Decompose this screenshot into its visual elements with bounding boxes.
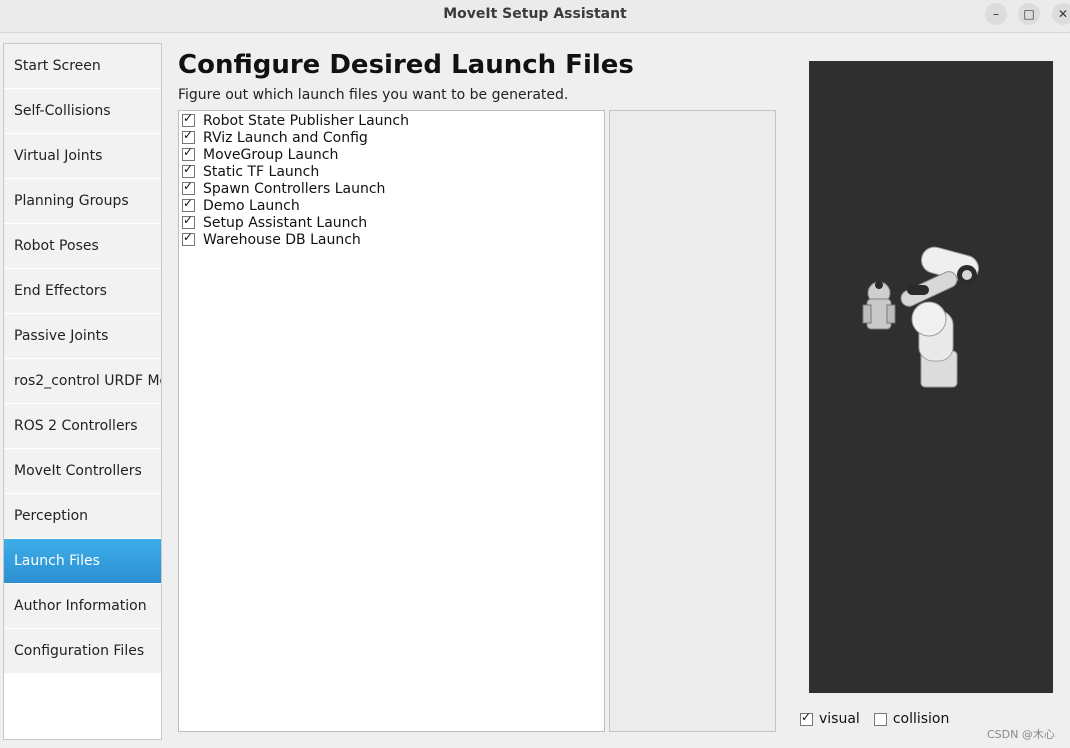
sidebar-item-perception[interactable]: Perception — [4, 494, 161, 539]
launch-file-label: Setup Assistant Launch — [203, 214, 368, 231]
minimize-button[interactable]: – — [985, 3, 1007, 25]
checkbox[interactable] — [182, 162, 195, 178]
launch-file-label: Demo Launch — [203, 197, 300, 214]
launch-file-label: Static TF Launch — [203, 163, 320, 180]
launch-file-item[interactable]: Spawn Controllers Launch — [179, 179, 604, 197]
sidebar-item-virtual-joints[interactable]: Virtual Joints — [4, 134, 161, 179]
checkbox[interactable] — [182, 145, 195, 161]
sidebar-item-ros2-controllers[interactable]: ROS 2 Controllers — [4, 404, 161, 449]
visual-label: visual — [819, 711, 860, 727]
page-subtitle: Figure out which launch files you want t… — [178, 87, 569, 103]
checkbox[interactable] — [182, 128, 195, 144]
launch-file-item[interactable]: Static TF Launch — [179, 162, 604, 180]
launch-file-label: Robot State Publisher Launch — [203, 112, 409, 129]
checkbox[interactable] — [182, 196, 195, 212]
launch-file-label: MoveGroup Launch — [203, 146, 339, 163]
collision-option[interactable]: collision — [873, 711, 950, 727]
sidebar-item-start-screen[interactable]: Start Screen — [4, 44, 161, 89]
launch-file-label: RViz Launch and Config — [203, 129, 368, 146]
collision-checkbox[interactable] — [873, 712, 887, 726]
sidebar-item-self-collisions[interactable]: Self-Collisions — [4, 89, 161, 134]
visual-option[interactable]: visual — [800, 710, 860, 727]
sidebar-item-moveit-controllers[interactable]: MoveIt Controllers — [4, 449, 161, 494]
page-title: Configure Desired Launch Files — [178, 50, 634, 80]
launch-file-item[interactable]: Robot State Publisher Launch — [179, 111, 604, 129]
close-button[interactable]: ✕ — [1052, 3, 1070, 25]
sidebar-item-configuration-files[interactable]: Configuration Files — [4, 629, 161, 674]
collision-label: collision — [892, 711, 950, 727]
sidebar-item-ros2-control-urdf[interactable]: ros2_control URDF Moc — [4, 359, 161, 404]
launch-file-item[interactable]: Setup Assistant Launch — [179, 213, 604, 231]
watermark: CSDN @木心 — [987, 728, 1055, 741]
sidebar-item-launch-files[interactable]: Launch Files — [4, 539, 161, 584]
sidebar-item-passive-joints[interactable]: Passive Joints — [4, 314, 161, 359]
maximize-button[interactable]: □ — [1018, 3, 1040, 25]
launch-file-label: Warehouse DB Launch — [203, 231, 361, 248]
viewer-options: visual collision — [800, 710, 963, 727]
launch-files-list: Robot State Publisher Launch RViz Launch… — [178, 110, 605, 732]
launch-file-item[interactable]: RViz Launch and Config — [179, 128, 604, 146]
description-panel — [609, 110, 776, 732]
launch-file-item[interactable]: Demo Launch — [179, 196, 604, 214]
robot-arm-model — [862, 246, 979, 388]
launch-file-label: Spawn Controllers Launch — [203, 180, 386, 197]
title-bar: MoveIt Setup Assistant – □ ✕ — [0, 0, 1070, 33]
sidebar-item-robot-poses[interactable]: Robot Poses — [4, 224, 161, 269]
checkbox[interactable] — [182, 111, 195, 127]
checkbox[interactable] — [182, 213, 195, 229]
checkbox[interactable] — [182, 179, 195, 195]
launch-file-item[interactable]: Warehouse DB Launch — [179, 230, 604, 248]
sidebar-item-author-information[interactable]: Author Information — [4, 584, 161, 629]
visual-checkbox[interactable] — [800, 710, 813, 726]
sidebar-item-end-effectors[interactable]: End Effectors — [4, 269, 161, 314]
sidebar-nav: Start Screen Self-Collisions Virtual Joi… — [3, 43, 162, 740]
window-title: MoveIt Setup Assistant — [443, 6, 627, 22]
sidebar-item-planning-groups[interactable]: Planning Groups — [4, 179, 161, 224]
robot-viewport[interactable] — [809, 61, 1053, 693]
launch-file-item[interactable]: MoveGroup Launch — [179, 145, 604, 163]
checkbox[interactable] — [182, 230, 195, 246]
